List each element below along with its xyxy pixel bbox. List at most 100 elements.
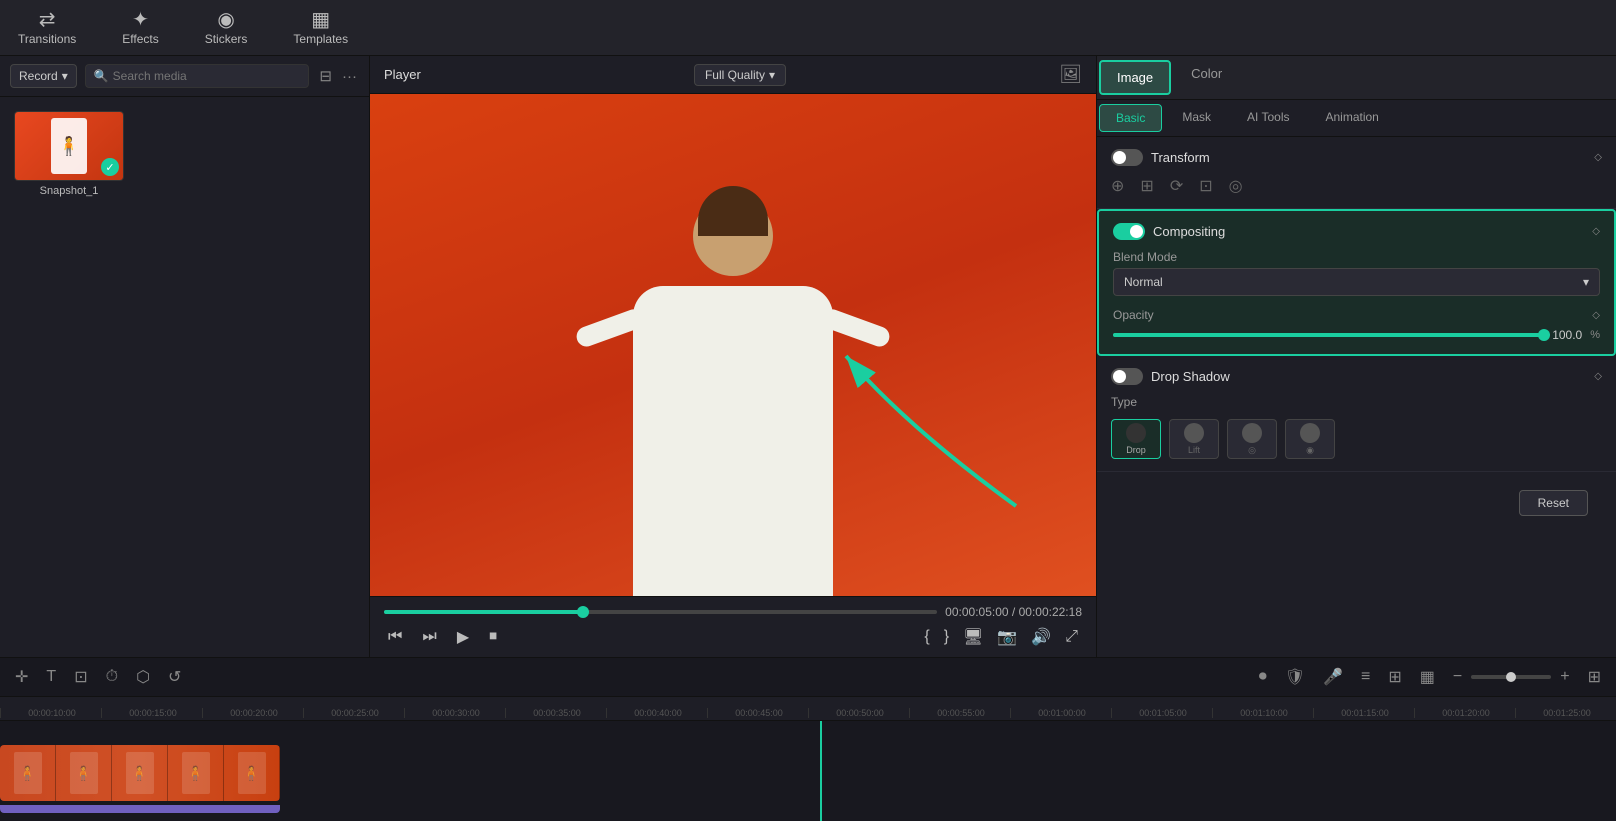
transitions-button[interactable]: ⇄ Transitions	[10, 6, 84, 50]
drop-shadow-diamond-icon[interactable]: ◇	[1594, 371, 1602, 382]
zoom-slider[interactable]	[1471, 675, 1551, 679]
transform-toggle[interactable]	[1111, 149, 1143, 166]
play-button[interactable]: ▶	[453, 625, 473, 649]
quality-value: Full Quality	[705, 68, 765, 82]
sub-tab-mask-label: Mask	[1182, 110, 1211, 124]
progress-bar[interactable]	[384, 610, 937, 614]
zoom-control: − +	[1448, 665, 1575, 689]
track-frame-3: 🧍	[112, 745, 168, 801]
opacity-diamond-icon[interactable]: ◇	[1592, 310, 1600, 321]
snapshot-button[interactable]: 📷	[993, 625, 1021, 649]
bottom-area: ✛ T ⊡ ⏱ ⬡ ↺ ⏺ 🛡 🎤 ≡ ⊞ ▦ − + ⊞ 00:00:10:0…	[0, 657, 1616, 821]
transform-title: Transform	[1151, 150, 1210, 165]
shadow-type-3[interactable]: ◎	[1227, 419, 1277, 459]
zoom-in-button[interactable]: +	[1555, 665, 1574, 689]
compositing-section-header: Compositing ◇	[1113, 223, 1600, 240]
more-options-button[interactable]: ···	[340, 65, 359, 87]
stop-button[interactable]: ⏹	[485, 626, 501, 648]
blend-mode-select[interactable]: Normal ▾	[1113, 268, 1600, 296]
dropdown-arrow-icon: ▾	[62, 69, 68, 83]
check-badge: ✓	[101, 158, 119, 176]
track-frame-inner-1: 🧍	[14, 752, 42, 794]
fullscreen-button[interactable]: ⤢	[1061, 625, 1082, 649]
drop-shadow-section: Drop Shadow ◇ Type Drop Lift ◎	[1097, 356, 1616, 472]
stickers-icon: ◉	[217, 10, 234, 30]
tab-color[interactable]: Color	[1173, 56, 1240, 99]
progress-thumb[interactable]	[577, 606, 589, 618]
transform-flip-icon: ⊡	[1199, 176, 1212, 196]
mark-in-button[interactable]: {	[920, 625, 933, 649]
ruler-mark: 00:01:20:00	[1414, 708, 1515, 718]
blend-mode-label: Blend Mode	[1113, 250, 1600, 264]
opacity-slider[interactable]	[1113, 333, 1544, 337]
ruler-mark: 00:00:25:00	[303, 708, 404, 718]
shadow-drop-label: Drop	[1126, 445, 1146, 455]
compositing-diamond-icon[interactable]: ◇	[1592, 226, 1600, 237]
annotation-arrow	[786, 326, 1036, 546]
shadow-type-4[interactable]: ◉	[1285, 419, 1335, 459]
sub-tab-animation[interactable]: Animation	[1309, 104, 1394, 132]
record-dropdown[interactable]: Record ▾	[10, 64, 77, 88]
sub-tab-mask[interactable]: Mask	[1166, 104, 1227, 132]
search-box[interactable]: 🔍	[85, 64, 310, 88]
shadow-circle-lift	[1184, 423, 1204, 443]
tl-timer-tool[interactable]: ⏱	[101, 665, 123, 689]
drop-shadow-toggle[interactable]	[1111, 368, 1143, 385]
tl-subtitle-btn[interactable]: ≡	[1356, 665, 1375, 689]
mark-out-button[interactable]: }	[940, 625, 953, 649]
tl-undo-tool[interactable]: ↺	[163, 664, 186, 690]
tab-image[interactable]: Image	[1099, 60, 1171, 95]
ruler-mark: 00:01:00:00	[1010, 708, 1111, 718]
transform-section-header: Transform ◇	[1111, 149, 1602, 166]
sub-tab-basic[interactable]: Basic	[1099, 104, 1162, 132]
tl-grid-btn[interactable]: ⊞	[1583, 664, 1606, 690]
timeline-tracks: 🧍 🧍 🧍 🧍 🧍	[0, 721, 1616, 821]
ruler-mark: 00:00:30:00	[404, 708, 505, 718]
transform-toggle-knob	[1113, 151, 1126, 164]
templates-button[interactable]: ▦ Templates	[285, 6, 356, 50]
step-forward-button[interactable]: ⏭	[418, 626, 440, 648]
ruler-mark: 00:00:45:00	[707, 708, 808, 718]
tl-select-tool[interactable]: ✛	[10, 664, 33, 690]
reset-button[interactable]: Reset	[1519, 490, 1588, 516]
opacity-value: 100.0	[1552, 328, 1582, 342]
player-area	[370, 94, 1096, 596]
shadow-type3-label: ◎	[1248, 445, 1256, 456]
shadow-type-lift[interactable]: Lift	[1169, 419, 1219, 459]
shadow-type-row: Drop Lift ◎ ◉	[1111, 419, 1602, 459]
screenshot-icon[interactable]: 🖼	[1059, 64, 1082, 85]
filter-button[interactable]: ⊟	[317, 65, 334, 87]
ruler-mark: 00:00:55:00	[909, 708, 1010, 718]
playhead	[820, 721, 822, 821]
media-item[interactable]: 🧍 ✓ Snapshot_1	[14, 111, 124, 197]
sub-tab-ai-tools[interactable]: AI Tools	[1231, 104, 1305, 132]
record-label: Record	[19, 69, 58, 83]
effects-button[interactable]: ✦ Effects	[114, 6, 166, 50]
reset-row: Reset	[1097, 472, 1616, 534]
opacity-thumb[interactable]	[1538, 329, 1550, 341]
zoom-out-button[interactable]: −	[1448, 665, 1467, 689]
prev-frame-button[interactable]: ⏮	[384, 626, 406, 648]
tl-crop-tool[interactable]: ⊡	[69, 664, 92, 690]
monitor-button[interactable]: 🖥	[959, 625, 987, 649]
right-panel: Image Color Basic Mask AI Tools Animatio…	[1096, 56, 1616, 657]
transform-diamond-icon[interactable]: ◇	[1594, 152, 1602, 163]
quality-select[interactable]: Full Quality ▾	[694, 64, 786, 86]
tl-record-btn[interactable]: ⏺	[1254, 665, 1272, 689]
templates-label: Templates	[293, 32, 348, 46]
shadow-type-drop[interactable]: Drop	[1111, 419, 1161, 459]
volume-button[interactable]: 🔊	[1027, 625, 1055, 649]
current-time: 00:00:05:00	[945, 605, 1008, 619]
tl-collab-btn[interactable]: ⊞	[1383, 664, 1406, 690]
search-input[interactable]	[113, 69, 301, 83]
tl-shield-btn[interactable]: 🛡	[1280, 664, 1310, 690]
ruler-mark: 00:00:20:00	[202, 708, 303, 718]
ruler-mark: 00:01:25:00	[1515, 708, 1616, 718]
tl-shape-tool[interactable]: ⬡	[131, 664, 155, 690]
tl-text-tool[interactable]: T	[41, 665, 61, 689]
tl-mic-btn[interactable]: 🎤	[1318, 664, 1348, 690]
media-thumb-inner: 🧍 ✓	[15, 112, 123, 180]
compositing-toggle[interactable]	[1113, 223, 1145, 240]
stickers-button[interactable]: ◉ Stickers	[197, 6, 256, 50]
tl-caption-btn[interactable]: ▦	[1415, 664, 1440, 690]
